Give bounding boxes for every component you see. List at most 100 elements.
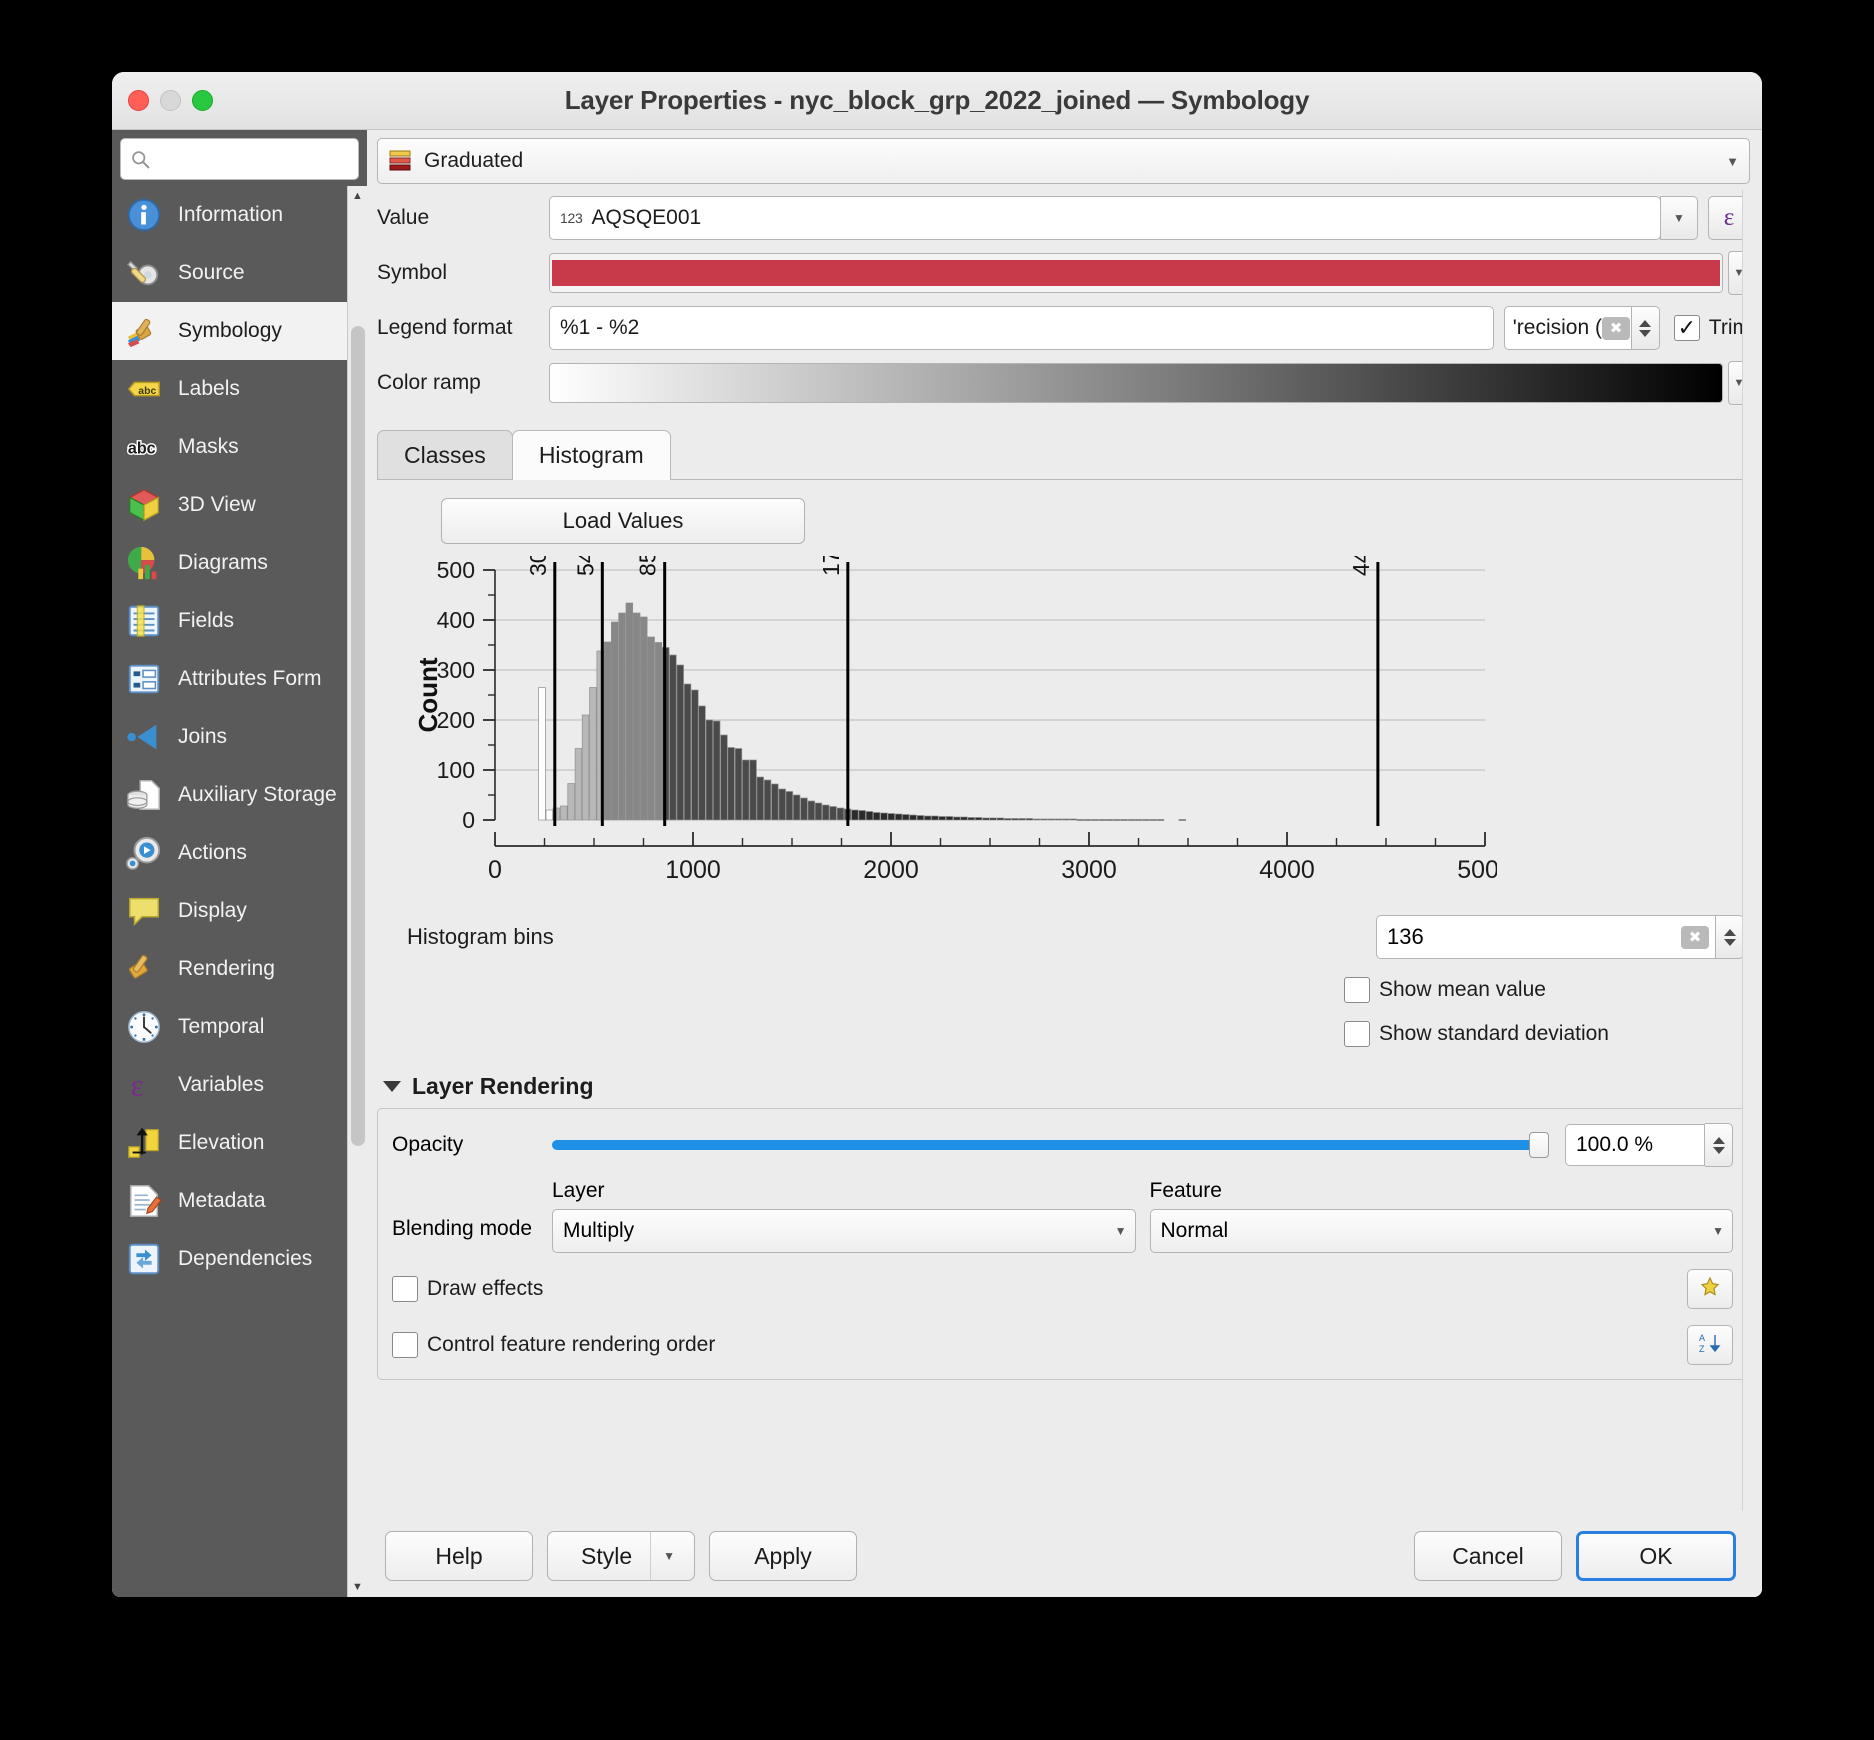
symbol-preview-button[interactable] <box>549 253 1723 293</box>
trim-checkbox[interactable]: ✓ Trim <box>1673 315 1750 341</box>
sidebar-item-temporal[interactable]: Temporal <box>112 998 367 1056</box>
apply-button[interactable]: Apply <box>709 1531 857 1581</box>
clear-icon[interactable]: ✖ <box>1602 316 1630 340</box>
opacity-stepper[interactable] <box>1705 1123 1733 1167</box>
layer-blend-select[interactable]: Multiply ▼ <box>552 1209 1136 1253</box>
chevron-down-icon[interactable]: ▼ <box>650 1532 675 1580</box>
renderer-type-value: Graduated <box>424 149 524 172</box>
stepper-down-icon[interactable] <box>1639 329 1652 337</box>
minimize-button[interactable] <box>160 90 181 111</box>
control-order-checkbox[interactable]: Control feature rendering order <box>392 1332 715 1358</box>
main-scrollbar[interactable] <box>1742 190 1762 1511</box>
sidebar-item-attributes-form[interactable]: Attributes Form <box>112 650 367 708</box>
feature-blend-value: Normal <box>1160 1219 1229 1242</box>
clear-icon[interactable]: ✖ <box>1681 925 1709 949</box>
sidebar-item-label: Information <box>178 203 284 227</box>
source-icon <box>124 253 164 293</box>
sidebar-item-variables[interactable]: ε Variables <box>112 1056 367 1114</box>
svg-text:abc: abc <box>138 386 156 397</box>
tab-classes[interactable]: Classes <box>377 430 513 480</box>
sidebar-item-auxiliary-storage[interactable]: Auxiliary Storage <box>112 766 367 824</box>
sidebar-item-dependencies[interactable]: Dependencies <box>112 1230 367 1288</box>
load-values-button[interactable]: Load Values <box>441 498 805 544</box>
sidebar-item-rendering[interactable]: Rendering <box>112 940 367 998</box>
precision-stepper[interactable] <box>1631 306 1660 350</box>
scroll-up-arrow[interactable]: ▲ <box>347 186 368 206</box>
sidebar-item-masks[interactable]: abc Masks <box>112 418 367 476</box>
metadata-icon <box>124 1181 164 1221</box>
close-button[interactable] <box>128 90 149 111</box>
sidebar-item-display[interactable]: Display <box>112 882 367 940</box>
legend-format-label: Legend format <box>377 316 513 339</box>
layer-rendering-box: Opacity 100.0 % Blending mode Layer Mult… <box>377 1108 1750 1380</box>
zoom-button[interactable] <box>192 90 213 111</box>
draw-effects-checkbox[interactable]: Draw effects <box>392 1276 543 1302</box>
stepper-up-icon[interactable] <box>1712 1136 1725 1144</box>
sidebar-item-label: Auxiliary Storage <box>178 783 337 807</box>
help-button[interactable]: Help <box>385 1531 533 1581</box>
sidebar-item-elevation[interactable]: Elevation <box>112 1114 367 1172</box>
show-mean-checkbox[interactable]: Show mean value <box>1344 977 1744 1003</box>
sidebar-item-label: Metadata <box>178 1189 266 1213</box>
slider-knob[interactable] <box>1529 1132 1549 1158</box>
stepper-up-icon[interactable] <box>1639 319 1652 327</box>
layer-rendering-header[interactable]: Layer Rendering <box>377 1073 1750 1100</box>
symbol-color-swatch <box>552 260 1720 286</box>
bins-stepper[interactable] <box>1716 915 1744 959</box>
sidebar-item-label: Masks <box>178 435 239 459</box>
renderer-type-select[interactable]: Graduated ▼ <box>377 138 1750 184</box>
blending-mode-label: Blending mode <box>392 1217 533 1240</box>
histogram-pane: Load Values 0 100 200 300 400 500 Count 302 542 8… <box>377 480 1750 1047</box>
chevron-down-icon: ▼ <box>1712 1224 1724 1238</box>
effects-settings-button[interactable] <box>1687 1269 1733 1309</box>
graduated-icon <box>387 148 413 174</box>
stepper-down-icon[interactable] <box>1723 938 1736 946</box>
scrollbar-thumb[interactable] <box>351 326 365 1146</box>
checkbox-icon <box>392 1332 418 1358</box>
feature-blend-select[interactable]: Normal ▼ <box>1149 1209 1733 1253</box>
blending-mode-row: Blending mode Layer Multiply ▼ Feature N <box>392 1179 1733 1253</box>
show-stddev-checkbox[interactable]: Show standard deviation <box>1344 1021 1744 1047</box>
style-button[interactable]: Style ▼ <box>547 1531 695 1581</box>
search-input[interactable] <box>157 148 349 170</box>
show-mean-label: Show mean value <box>1379 978 1546 1001</box>
sidebar-item-label: Temporal <box>178 1015 265 1039</box>
rendering-order-button[interactable]: AZ <box>1687 1325 1733 1365</box>
layer-properties-window: Layer Properties - nyc_block_grp_2022_jo… <box>112 72 1762 1597</box>
sidebar-item-source[interactable]: Source <box>112 244 367 302</box>
scroll-down-arrow[interactable]: ▼ <box>347 1577 368 1597</box>
sidebar-item-diagrams[interactable]: Diagrams <box>112 534 367 592</box>
color-ramp-preview[interactable] <box>549 363 1723 403</box>
cancel-button[interactable]: Cancel <box>1414 1531 1562 1581</box>
opacity-slider[interactable] <box>552 1132 1549 1158</box>
ok-button[interactable]: OK <box>1576 1531 1736 1581</box>
stepper-down-icon[interactable] <box>1712 1146 1725 1154</box>
precision-control: 'recision ( ✖ <box>1503 306 1660 350</box>
svg-text:4000: 4000 <box>1259 856 1315 884</box>
sidebar-scrollbar[interactable]: ▲ ▼ <box>347 186 368 1597</box>
tab-histogram[interactable]: Histogram <box>511 430 671 480</box>
value-field-select[interactable]: 123 AQSQE001 <box>549 196 1661 240</box>
sidebar-item-symbology[interactable]: Symbology <box>112 302 367 360</box>
sidebar-item-metadata[interactable]: Metadata <box>112 1172 367 1230</box>
precision-input[interactable]: 'recision ( ✖ <box>1503 306 1632 350</box>
svg-text:0: 0 <box>462 807 475 833</box>
opacity-value-input[interactable]: 100.0 % <box>1565 1124 1705 1166</box>
histogram-bins-input[interactable]: 136 ✖ <box>1376 915 1716 959</box>
precision-value: 'recision ( <box>1512 316 1602 339</box>
feature-blend-sublabel: Feature <box>1149 1179 1222 1202</box>
sidebar-item-labels[interactable]: abc Labels <box>112 360 367 418</box>
show-stddev-label: Show standard deviation <box>1379 1022 1609 1045</box>
style-label: Style <box>580 1542 633 1569</box>
sidebar-item-fields[interactable]: Fields <box>112 592 367 650</box>
sidebar-item-actions[interactable]: Actions <box>112 824 367 882</box>
attributes-form-icon <box>124 659 164 699</box>
sidebar-item-information[interactable]: Information <box>112 186 367 244</box>
sidebar-item-3d-view[interactable]: 3D View <box>112 476 367 534</box>
legend-format-input[interactable]: %1 - %2 <box>549 306 1494 350</box>
sidebar-item-joins[interactable]: Joins <box>112 708 367 766</box>
stepper-up-icon[interactable] <box>1723 928 1736 936</box>
display-icon <box>124 891 164 931</box>
sidebar-search[interactable] <box>120 138 359 180</box>
value-dropdown-button[interactable]: ▼ <box>1660 196 1698 240</box>
